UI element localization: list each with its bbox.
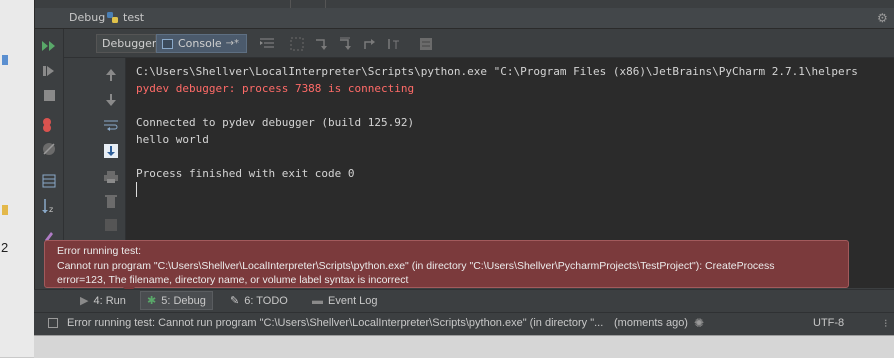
resume-icon (42, 41, 55, 51)
step-out-button[interactable] (362, 37, 376, 51)
force-step-into-icon (340, 37, 351, 50)
stop-icon (43, 89, 55, 101)
scroll-up-button[interactable] (102, 66, 120, 84)
error-balloon-title: Error running test: (57, 245, 142, 257)
step-over-button[interactable] (290, 37, 304, 51)
run-to-cursor-icon (388, 39, 399, 49)
file-encoding[interactable]: UTF-8 (813, 317, 844, 329)
print-button[interactable] (102, 168, 120, 186)
sort-icon: z (42, 199, 53, 214)
trash-icon (105, 195, 117, 208)
tab-pin-icon: →* (225, 38, 240, 49)
desktop-icon-fragment (2, 205, 8, 215)
run-to-cursor-button[interactable] (386, 37, 400, 51)
run-config-name: test (123, 11, 145, 24)
clear-all-button[interactable] (102, 192, 120, 210)
console-line: Process finished with exit code 0 (136, 167, 355, 180)
bug-icon: ✱ (147, 295, 157, 307)
show-execution-point-button[interactable] (260, 37, 274, 51)
tab-run-label: 4: Run (93, 294, 126, 307)
step-into-icon (316, 39, 327, 50)
svg-text:z: z (49, 205, 53, 214)
background-task-icon: ✺ (694, 316, 705, 330)
printer-icon (104, 171, 118, 183)
tab-run[interactable]: ▶ 4: Run (74, 291, 132, 310)
error-balloon-line: Cannot run program "C:\Users\Shellver\Lo… (57, 259, 775, 272)
todo-icon: ✎ (230, 295, 240, 307)
tool-windows-toggle-icon[interactable] (48, 318, 58, 328)
step-out-icon (364, 39, 375, 49)
step-icon (43, 66, 54, 76)
panel-label: Debug (69, 11, 106, 24)
force-step-into-button[interactable] (338, 37, 352, 51)
tab-debug-label: 5: Debug (161, 294, 206, 307)
layout-icon (42, 174, 56, 188)
console-line: C:\Users\Shellver\LocalInterpreter\Scrip… (136, 65, 858, 78)
arrow-down-icon (106, 94, 116, 106)
soft-wrap-button[interactable] (102, 116, 120, 134)
run-icon: ▶ (80, 295, 89, 307)
stop-button[interactable] (40, 86, 58, 104)
status-bar: Error running test: Cannot run program "… (34, 312, 894, 335)
layout-button[interactable] (40, 172, 58, 190)
sort-button[interactable]: z (40, 197, 58, 215)
resume-button[interactable] (40, 37, 58, 55)
step-into-button[interactable] (314, 37, 328, 51)
desktop-number: 2 (1, 240, 9, 255)
mute-breakpoints-icon (43, 143, 55, 155)
console-icon (162, 38, 173, 49)
status-message[interactable]: Error running test: Cannot run program "… (67, 317, 603, 329)
tab-todo-label: 6: TODO (244, 294, 288, 307)
tab-console[interactable]: Console →* (156, 34, 247, 53)
status-separator-icon: ⁝ (884, 318, 888, 330)
event-log-icon: ▬ (312, 294, 323, 307)
console-line: hello world (136, 133, 209, 146)
tab-event-log-label: Event Log (328, 294, 378, 307)
tab-debugger[interactable]: Debugger (96, 34, 156, 53)
desktop-strip: 2 (0, 0, 34, 357)
window-bottom-frame (34, 335, 894, 358)
tab-console-label: Console (178, 37, 222, 50)
mute-breakpoints-button[interactable] (40, 140, 58, 158)
text-caret (136, 182, 137, 197)
breakpoints-icon (43, 118, 51, 132)
desktop-icon-fragment (2, 55, 8, 65)
status-time: (moments ago) (614, 317, 688, 329)
tab-debugger-label: Debugger (102, 37, 157, 50)
calculator-icon (420, 38, 432, 50)
debug-tabs-toolbar: Debugger Console →* (64, 29, 894, 58)
scroll-to-end-icon (104, 144, 118, 158)
step-over-icon (290, 37, 304, 51)
evaluate-expression-button[interactable] (419, 37, 433, 51)
execution-point-icon (260, 38, 274, 48)
arrow-up-icon (106, 69, 116, 81)
console-line-error: pydev debugger: process 7388 is connecti… (136, 82, 415, 95)
scroll-down-button[interactable] (102, 91, 120, 109)
tool-window-tabs: ▶ 4: Run ✱ 5: Debug ✎ 6: TODO ▬ Event Lo… (34, 289, 894, 313)
python-icon (107, 12, 118, 23)
console-placeholder-button[interactable] (102, 216, 120, 234)
tab-event-log[interactable]: ▬ Event Log (306, 291, 384, 310)
settings-icon[interactable]: ⚙ (877, 11, 888, 25)
tab-debug[interactable]: ✱ 5: Debug (140, 291, 213, 310)
pause-button[interactable] (40, 62, 58, 80)
square-icon (105, 219, 117, 231)
error-balloon-line: error=123, The filename, directory name,… (57, 274, 409, 286)
console-line: Connected to pydev debugger (build 125.9… (136, 116, 415, 129)
soft-wrap-icon (104, 120, 118, 131)
debug-title-bar: Debug test ⚙ (35, 8, 894, 29)
view-breakpoints-button[interactable] (40, 116, 58, 134)
tab-todo[interactable]: ✎ 6: TODO (224, 291, 294, 310)
error-balloon[interactable]: Error running test: Cannot run program "… (44, 240, 849, 294)
scroll-to-end-button[interactable] (102, 142, 120, 160)
